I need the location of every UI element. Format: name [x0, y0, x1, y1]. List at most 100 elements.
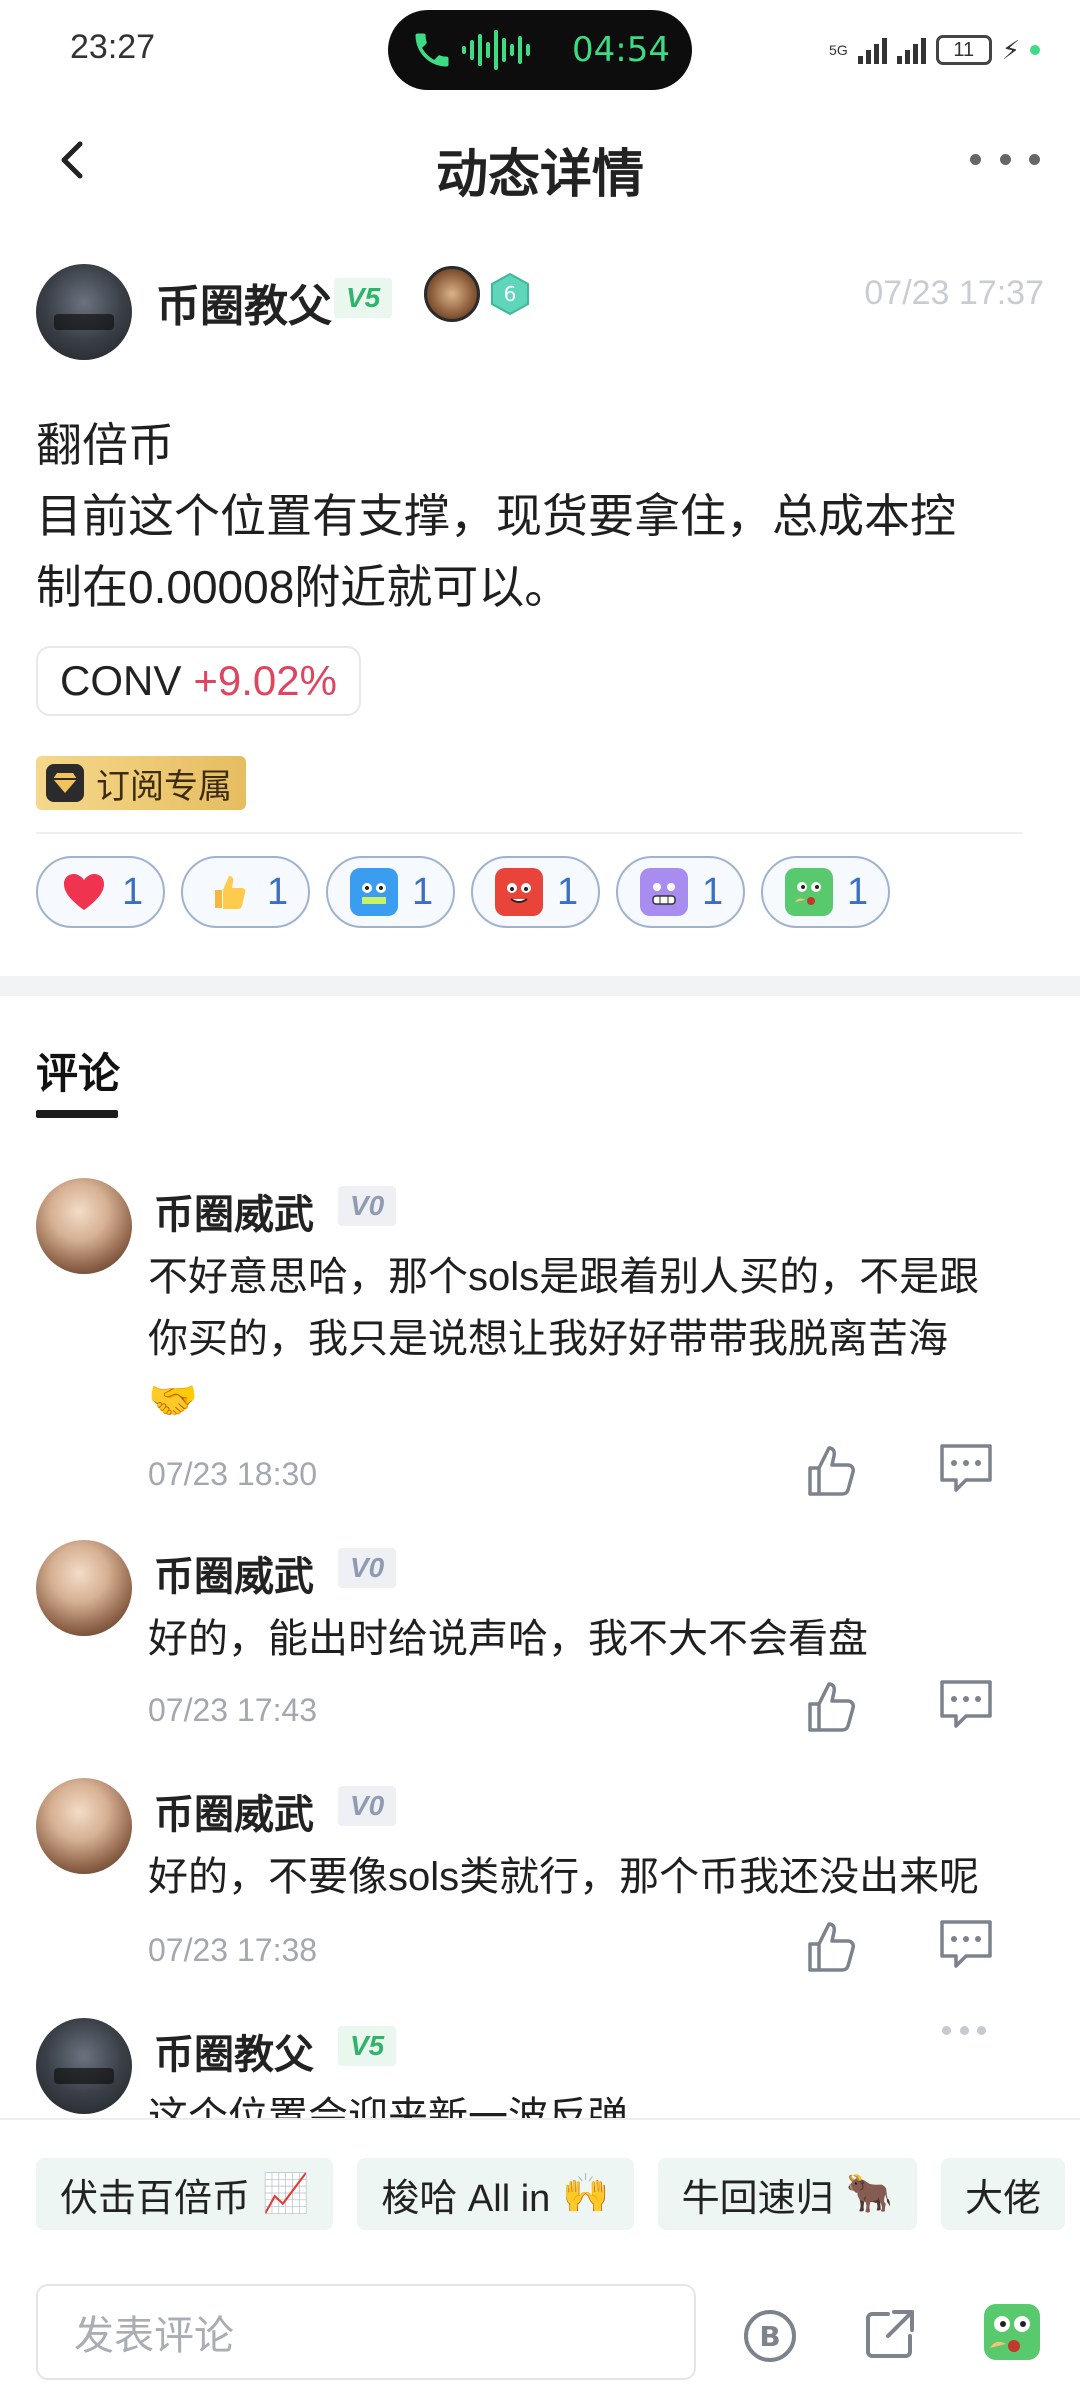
commenter-name[interactable]: 币圈威武 — [154, 1182, 314, 1240]
comment-line: 你买的，我只是说想让我好好带带我脱离苦海 — [148, 1317, 948, 1361]
reaction-thumbs-up[interactable]: 1 — [181, 856, 310, 928]
commenter-level-badge: V0 — [338, 1186, 397, 1226]
tab-indicator — [36, 1110, 118, 1118]
commenter-avatar[interactable] — [36, 1778, 132, 1874]
more-options-icon[interactable] — [970, 134, 1040, 184]
divider — [36, 832, 1022, 834]
quick-reply-chip[interactable]: 伏击百倍币 📈 — [36, 2158, 334, 2230]
battery-level: 11 — [953, 38, 975, 61]
commenter-name[interactable]: 币圈威武 — [154, 1782, 314, 1840]
reaction-thinking[interactable]: 1 — [761, 856, 890, 928]
charging-icon: ⚡ — [1001, 34, 1020, 65]
comment-timestamp: 07/23 17:43 — [148, 1692, 318, 1728]
commenter-name[interactable]: 币圈威武 — [154, 1544, 314, 1602]
comment-item: 币圈教父 V5 这个位置会迎来新一波反弹 — [36, 2018, 1046, 2118]
quick-reply-chip[interactable]: 梭哈 All in 🙌 — [357, 2158, 634, 2230]
comment-line: 好的，不要像sols类就行，那个币我还没出来呢 — [148, 1855, 980, 1899]
post-timestamp: 07/23 17:37 — [864, 274, 1044, 312]
subscription-label: 订阅专属 — [96, 767, 232, 806]
coin-tag[interactable]: CONV +9.02% — [36, 646, 361, 716]
author-name[interactable]: 币圈教父 — [156, 270, 332, 334]
quick-reply-chip[interactable]: 大佬 — [940, 2158, 1065, 2230]
comment-composer-panel: 伏击百倍币 📈 梭哈 All in 🙌 牛回速归 🐂 大佬 发表评论 B — [0, 2118, 1080, 2400]
rank-badge-number: 6 — [504, 282, 517, 306]
signal-icon — [896, 36, 926, 64]
comment-line: 不好意思哈，那个sols是跟着别人买的，不是跟 — [148, 1255, 980, 1299]
app-header: 动态详情 — [0, 110, 1080, 210]
status-time: 23:27 — [70, 28, 156, 66]
reaction-grimace[interactable]: 1 — [616, 856, 745, 928]
share-icon[interactable] — [862, 2306, 918, 2362]
comment-input-placeholder: 发表评论 — [74, 2314, 234, 2358]
grimace-face-icon — [640, 868, 688, 916]
phone-icon — [415, 33, 449, 67]
post-line: 翻倍币 — [36, 419, 174, 471]
call-timer: 04:54 — [572, 30, 670, 70]
tab-comments[interactable]: 评论 — [36, 1040, 120, 1101]
comment-item: 币圈威武 V0 不好意思哈，那个sols是跟着别人买的，不是跟 你买的，我只是说… — [36, 1178, 1046, 1496]
emoji-picker-icon[interactable] — [980, 2300, 1044, 2364]
angry-face-icon — [495, 868, 543, 916]
audio-wave-icon — [462, 30, 530, 70]
ongoing-call-pill[interactable]: 04:54 — [388, 10, 692, 90]
post-author-row: 币圈教父 V5 6 07/23 17:37 — [36, 264, 1044, 364]
author-avatar[interactable] — [36, 264, 132, 360]
comment-item: 币圈威武 V0 好的，不要像sols类就行，那个币我还没出来呢 07/23 17… — [36, 1778, 1046, 1978]
commenter-avatar[interactable] — [36, 1178, 132, 1274]
reaction-count: 1 — [702, 870, 724, 913]
like-icon[interactable] — [802, 1678, 860, 1736]
reply-icon[interactable] — [936, 1440, 996, 1496]
reaction-hodl[interactable]: 1 — [326, 856, 455, 928]
coin-symbol: CONV — [60, 657, 182, 704]
commenter-level-badge: V0 — [338, 1786, 397, 1826]
page-title: 动态详情 — [435, 146, 644, 204]
post-line: 制在0.00008附近就可以。 — [36, 561, 571, 613]
comment-input[interactable]: 发表评论 — [36, 2284, 696, 2380]
battery-icon: 11 — [935, 35, 992, 65]
comment-line: 这个位置会迎来新一波反弹 — [148, 2095, 628, 2118]
section-separator — [0, 976, 1080, 996]
comment-text: 这个位置会迎来新一波反弹 — [148, 2086, 1046, 2118]
quick-reply-row: 伏击百倍币 📈 梭哈 All in 🙌 牛回速归 🐂 大佬 — [36, 2158, 1065, 2230]
commenter-level-badge: V5 — [338, 2026, 397, 2066]
svg-text:B: B — [759, 2320, 780, 2353]
commenter-level-badge: V0 — [338, 1548, 397, 1588]
quick-reply-text: 大佬 — [964, 2177, 1041, 2220]
signal-icon — [857, 36, 887, 64]
reaction-count: 1 — [847, 870, 869, 913]
like-icon[interactable] — [802, 1918, 860, 1976]
commenter-avatar[interactable] — [36, 2018, 132, 2114]
quick-reply-chip[interactable]: 牛回速归 🐂 — [657, 2158, 917, 2230]
post-line: 目前这个位置有支撑，现货要拿住，总成本控 — [36, 490, 956, 542]
comment-more-icon[interactable] — [942, 2026, 986, 2040]
comment-timestamp: 07/23 17:38 — [148, 1932, 318, 1968]
reply-icon[interactable] — [936, 1676, 996, 1732]
reaction-angry[interactable]: 1 — [471, 856, 600, 928]
chart-up-emoji: 📈 — [262, 2173, 310, 2215]
hodl-robot-icon — [350, 868, 398, 916]
reaction-count: 1 — [267, 870, 289, 913]
commenter-name[interactable]: 币圈教父 — [154, 2022, 314, 2080]
subscription-badge: 订阅专属 — [36, 756, 246, 810]
reaction-heart[interactable]: 1 — [36, 856, 165, 928]
status-bar: 23:27 04:54 5G 11 ⚡ — [0, 0, 1080, 100]
author-level-badge: V5 — [334, 278, 393, 318]
tip-coin-icon[interactable]: B — [742, 2308, 798, 2364]
network-label: 5G — [829, 42, 848, 58]
diamond-icon — [46, 764, 84, 802]
raised-hands-emoji: 🙌 — [562, 2173, 610, 2215]
reaction-count: 1 — [412, 870, 434, 913]
reaction-count: 1 — [122, 870, 144, 913]
quick-reply-text: 梭哈 All in — [381, 2177, 551, 2220]
status-icons: 5G 11 ⚡ — [829, 32, 1040, 68]
commenter-avatar[interactable] — [36, 1540, 132, 1636]
reply-icon[interactable] — [936, 1916, 996, 1972]
coin-change: +9.02% — [193, 657, 337, 704]
reaction-count: 1 — [557, 870, 579, 913]
quick-reply-text: 伏击百倍币 — [60, 2177, 251, 2220]
comment-text: 好的，能出时给说声哈，我不大不会看盘 — [148, 1608, 1048, 1670]
privacy-dot-icon — [1030, 45, 1040, 55]
like-icon[interactable] — [802, 1442, 860, 1500]
heart-icon — [60, 868, 108, 916]
comment-timestamp: 07/23 18:30 — [148, 1456, 318, 1492]
